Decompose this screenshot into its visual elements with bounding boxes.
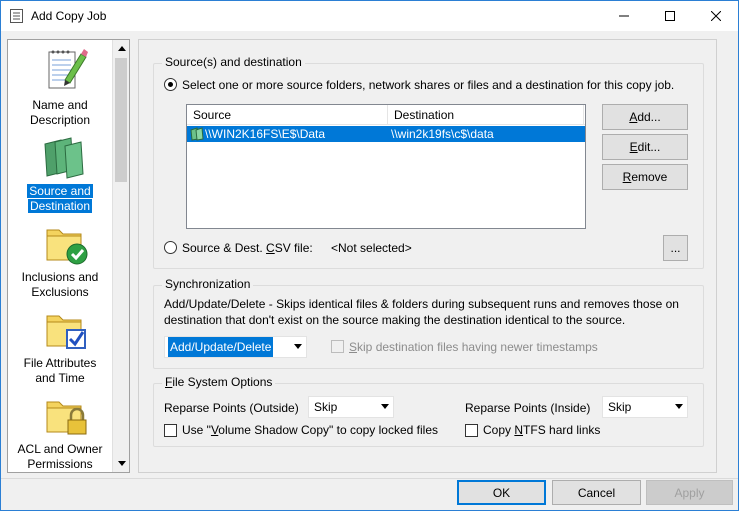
table-row[interactable]: \\WIN2K16FS\E$\Data \\win2k19fs\c$\data <box>187 126 585 142</box>
nav-list: Name and Description Source and Destinatio… <box>8 40 112 472</box>
folder-checkbox-icon <box>46 315 86 349</box>
sync-description-line2: destination that don't exist on the sour… <box>164 313 626 327</box>
nav-item-label: File Attributes and Time <box>23 356 97 385</box>
scroll-down-button[interactable] <box>113 455 130 472</box>
title-bar[interactable]: Add Copy Job <box>1 1 738 31</box>
reparse-inside-value: Skip <box>608 400 632 414</box>
footer-divider <box>1 478 738 479</box>
minimize-icon <box>619 15 629 17</box>
scroll-thumb[interactable] <box>115 58 127 182</box>
csv-file-radio[interactable] <box>164 241 177 254</box>
row-source: \\WIN2K16FS\E$\Data <box>205 127 326 141</box>
nav-item-inclusions-exclusions[interactable]: Inclusions and Exclusions <box>8 214 112 300</box>
page-navigation: Name and Description Source and Destinatio… <box>7 39 130 473</box>
nav-item-source-destination[interactable]: Source and Destination <box>8 128 112 214</box>
copy-job-row-icon <box>190 127 204 141</box>
edit-button[interactable]: Edit... <box>602 134 688 160</box>
maximize-button[interactable] <box>647 1 693 31</box>
remove-button[interactable]: Remove <box>602 164 688 190</box>
add-copy-job-window: Add Copy Job Name and Description Source… <box>0 0 739 511</box>
nav-item-label: Source and Destination <box>27 184 93 213</box>
nav-item-label: ACL and Owner Permissions <box>17 442 103 471</box>
chevron-down-icon <box>381 404 389 409</box>
browse-csv-button[interactable]: ... <box>663 235 688 261</box>
sync-mode-value: Add/Update/Delete <box>168 337 274 357</box>
close-button[interactable] <box>693 1 739 31</box>
sync-mode-select[interactable]: Add/Update/Delete <box>164 336 307 358</box>
close-icon <box>711 11 721 21</box>
app-icon <box>10 9 23 23</box>
skip-newer-checkbox[interactable] <box>331 340 344 353</box>
reparse-outside-label: Reparse Points (Outside) <box>164 401 299 415</box>
maximize-icon <box>665 11 675 21</box>
nav-item-label: Name and Description <box>29 98 91 127</box>
skip-newer-label: Skip destination files having newer time… <box>349 340 598 354</box>
select-sources-label: Select one or more source folders, netwo… <box>182 78 675 92</box>
chevron-down-icon <box>294 344 302 349</box>
list-header: Source Destination <box>187 105 585 125</box>
arrow-up-icon <box>117 46 126 51</box>
ntfs-hard-links-label: Copy NTFS hard links <box>483 423 601 437</box>
csv-file-label: Source & Dest. CSV file: <box>182 241 313 255</box>
source-destination-icon <box>44 137 84 179</box>
select-sources-radio[interactable] <box>164 78 177 91</box>
add-button[interactable]: Add... <box>602 104 688 130</box>
vss-checkbox[interactable] <box>164 424 177 437</box>
nav-item-acl-owner-permissions[interactable]: ACL and Owner Permissions <box>8 386 112 472</box>
ntfs-hard-links-checkbox[interactable] <box>465 424 478 437</box>
nav-item-file-attributes-time[interactable]: File Attributes and Time <box>8 300 112 386</box>
source-destination-list[interactable]: Source Destination \\WIN2K16FS\E$\Data \… <box>186 104 586 229</box>
reparse-inside-label: Reparse Points (Inside) <box>465 401 591 415</box>
reparse-outside-select[interactable]: Skip <box>308 396 394 418</box>
window-title: Add Copy Job <box>31 9 107 23</box>
minimize-button[interactable] <box>601 1 647 31</box>
arrow-down-icon <box>117 461 126 466</box>
ok-button[interactable]: OK <box>457 480 546 505</box>
nav-item-name-description[interactable]: Name and Description <box>8 42 112 128</box>
folder-check-icon <box>46 229 88 265</box>
cancel-button[interactable]: Cancel <box>552 480 641 505</box>
reparse-inside-select[interactable]: Skip <box>602 396 688 418</box>
sync-description-line1: Add/Update/Delete - Skips identical file… <box>164 297 679 311</box>
vss-label: Use "Volume Shadow Copy" to copy locked … <box>182 423 438 437</box>
group-title: Source(s) and destination <box>162 55 305 69</box>
csv-file-value: <Not selected> <box>331 241 412 255</box>
nav-scrollbar[interactable] <box>112 40 129 472</box>
nav-item-label: Inclusions and Exclusions <box>21 270 99 299</box>
apply-button[interactable]: Apply <box>646 480 733 505</box>
folder-lock-icon <box>46 401 87 435</box>
group-title: Synchronization <box>162 277 254 291</box>
column-header-destination[interactable]: Destination <box>388 105 584 125</box>
group-title: File System Options <box>162 375 276 389</box>
scroll-up-button[interactable] <box>113 40 130 57</box>
notepad-pencil-icon <box>48 49 88 89</box>
reparse-outside-value: Skip <box>314 400 338 414</box>
row-destination: \\win2k19fs\c$\data <box>391 127 494 141</box>
chevron-down-icon <box>675 404 683 409</box>
column-header-source[interactable]: Source <box>187 105 388 125</box>
